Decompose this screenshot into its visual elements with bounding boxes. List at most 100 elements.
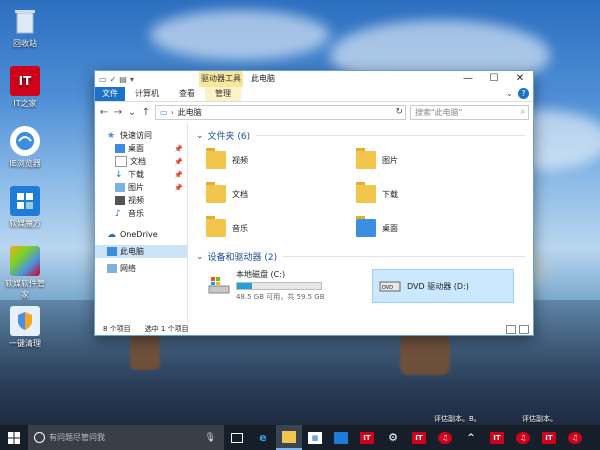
taskbar-store[interactable]: ▦ bbox=[302, 425, 328, 450]
cortana-search-box[interactable]: 有问题尽管问我 🎙 bbox=[28, 425, 224, 450]
nav-item-pictures[interactable]: 图片 📌 bbox=[95, 181, 187, 194]
taskbar-file-explorer[interactable] bbox=[276, 425, 302, 450]
desktop-icon-cube[interactable]: 软媒魔方 bbox=[3, 186, 47, 229]
taskbar-ithome[interactable]: IT bbox=[354, 425, 380, 450]
folder-desktop[interactable]: 桌面 bbox=[356, 216, 506, 240]
taskbar-ithome-2[interactable]: IT bbox=[406, 425, 432, 450]
tab-manage[interactable]: 管理 bbox=[205, 87, 241, 101]
expand-ribbon-icon[interactable]: ⌄ bbox=[506, 87, 513, 101]
tray-netease-2[interactable]: ♫ bbox=[562, 425, 588, 450]
ribbon-tabs: 文件 计算机 查看 管理 ⌄ ? bbox=[95, 87, 533, 102]
tray-ithome-2[interactable]: IT bbox=[536, 425, 562, 450]
up-button[interactable]: ↑ bbox=[141, 107, 151, 118]
desktop-icon-label: 软媒魔方 bbox=[9, 219, 41, 228]
folder-label: 下载 bbox=[382, 189, 398, 199]
back-button[interactable]: ← bbox=[99, 107, 109, 118]
wallpaper-rock bbox=[130, 335, 160, 370]
folder-video-icon bbox=[206, 148, 226, 169]
tray-ithome[interactable]: IT bbox=[484, 425, 510, 450]
nav-network[interactable]: 网络 bbox=[95, 262, 187, 275]
cloud-icon: ☁ bbox=[107, 230, 116, 240]
chevron-down-icon[interactable]: ▾ bbox=[130, 75, 134, 84]
nav-item-music[interactable]: ♪ 音乐 bbox=[95, 207, 187, 220]
drive-c[interactable]: 本地磁盘 (C:) 48.5 GB 可用，共 59.5 GB bbox=[202, 269, 342, 301]
taskbar: 有问题尽管问我 🎙 e ▦ IT ⚙ IT ♫ ^ IT ♫ IT ♫ bbox=[0, 425, 600, 450]
recent-locations-button[interactable]: ⌄ bbox=[127, 107, 137, 118]
taskbar-settings[interactable]: ⚙ bbox=[380, 425, 406, 450]
new-folder-icon[interactable]: ▤ bbox=[119, 75, 127, 84]
start-button[interactable] bbox=[0, 425, 28, 450]
folder-download-icon bbox=[356, 182, 376, 203]
folder-videos[interactable]: 视频 bbox=[206, 148, 356, 172]
tab-computer[interactable]: 计算机 bbox=[125, 87, 169, 101]
tab-view[interactable]: 查看 bbox=[169, 87, 205, 101]
nav-item-desktop[interactable]: 桌面 📌 bbox=[95, 142, 187, 155]
pin-icon[interactable]: 📌 bbox=[174, 158, 183, 166]
large-icons-view-icon[interactable] bbox=[519, 324, 529, 334]
breadcrumb-this-pc[interactable]: 此电脑 bbox=[178, 107, 202, 118]
watermark-text: 评估副本。 bbox=[522, 415, 557, 423]
desktop-icon-browser[interactable]: IE浏览器 bbox=[3, 126, 47, 169]
microphone-icon[interactable]: 🎙 bbox=[205, 433, 216, 443]
nav-item-downloads[interactable]: ↓ 下载 📌 bbox=[95, 168, 187, 181]
folders-group-header[interactable]: ⌄ 文件夹 (6) bbox=[196, 129, 525, 143]
folder-document-icon bbox=[206, 182, 226, 203]
drive-d[interactable]: DVD DVD 驱动器 (D:) bbox=[372, 269, 514, 303]
nav-quick-access[interactable]: ★ 快速访问 bbox=[95, 129, 187, 142]
address-field[interactable]: ▭ › 此电脑 ↻ bbox=[155, 104, 406, 120]
desktop-icon-label: IE浏览器 bbox=[9, 159, 41, 168]
show-hidden-icons-button[interactable]: ^ bbox=[458, 425, 484, 450]
minimize-button[interactable]: — bbox=[455, 71, 481, 87]
forward-button[interactable]: → bbox=[113, 107, 123, 118]
wallpaper-cloud bbox=[150, 10, 330, 60]
pin-icon[interactable]: 📌 bbox=[174, 184, 183, 192]
details-view-icon[interactable] bbox=[506, 324, 516, 334]
desktop-icon-recycle-bin[interactable]: 回收站 bbox=[3, 6, 47, 49]
document-icon bbox=[115, 156, 127, 167]
properties-icon[interactable]: ✓ bbox=[110, 75, 117, 84]
desktop-icon-software-manager[interactable]: 软媒软件管家 bbox=[3, 246, 47, 300]
taskbar-app-blue[interactable] bbox=[328, 425, 354, 450]
content-pane: ⌄ 文件夹 (6) 视频 图片 文档 下载 音乐 桌面 ⌄ 设备和驱动器 (2)… bbox=[188, 123, 533, 323]
close-button[interactable]: ✕ bbox=[507, 71, 533, 87]
computer-icon[interactable]: ▭ bbox=[99, 75, 107, 84]
address-bar-row: ← → ⌄ ↑ ▭ › 此电脑 ↻ 搜索"此电脑" ⌕ bbox=[95, 102, 533, 122]
video-icon bbox=[115, 196, 125, 205]
download-icon: ↓ bbox=[115, 170, 123, 180]
computer-icon bbox=[107, 247, 117, 256]
nav-this-pc[interactable]: 此电脑 bbox=[95, 245, 187, 258]
task-view-button[interactable] bbox=[224, 425, 250, 450]
folder-music[interactable]: 音乐 bbox=[206, 216, 356, 240]
nav-onedrive[interactable]: ☁ OneDrive bbox=[95, 228, 187, 241]
ithome-icon: IT bbox=[490, 431, 504, 444]
tab-file[interactable]: 文件 bbox=[95, 87, 125, 101]
nav-item-videos[interactable]: 视频 bbox=[95, 194, 187, 207]
drive-usage-bar bbox=[236, 281, 322, 290]
tray-netease[interactable]: ♫ bbox=[510, 425, 536, 450]
help-icon[interactable]: ? bbox=[518, 88, 529, 99]
devices-group-header[interactable]: ⌄ 设备和驱动器 (2) bbox=[196, 250, 525, 264]
folder-documents[interactable]: 文档 bbox=[206, 182, 356, 206]
hard-drive-icon bbox=[208, 277, 230, 294]
gear-icon: ⚙ bbox=[388, 431, 398, 444]
desktop-icon-ithome[interactable]: IT IT之家 bbox=[3, 66, 47, 109]
folder-downloads[interactable]: 下载 bbox=[356, 182, 506, 206]
maximize-button[interactable]: ☐ bbox=[481, 71, 507, 87]
nav-item-documents[interactable]: 文档 📌 bbox=[95, 155, 187, 168]
chevron-down-icon: ⌄ bbox=[196, 130, 204, 141]
folder-pictures[interactable]: 图片 bbox=[356, 148, 506, 172]
title-bar[interactable]: ▭ ✓ ▤ ▾ 驱动器工具 此电脑 — ☐ ✕ bbox=[95, 71, 533, 87]
refresh-icon[interactable]: ↻ bbox=[395, 107, 403, 117]
pin-icon[interactable]: 📌 bbox=[174, 171, 183, 179]
store-icon: ▦ bbox=[308, 431, 322, 444]
task-view-icon bbox=[231, 432, 243, 443]
desktop-icon-cleaner[interactable]: 一键清理 bbox=[3, 306, 47, 349]
explorer-window[interactable]: ▭ ✓ ▤ ▾ 驱动器工具 此电脑 — ☐ ✕ 文件 计算机 查看 管理 ⌄ ?… bbox=[94, 70, 534, 336]
pin-icon[interactable]: 📌 bbox=[174, 145, 183, 153]
search-input[interactable]: 搜索"此电脑" ⌕ bbox=[410, 104, 529, 120]
drive-tools-tab[interactable]: 驱动器工具 bbox=[199, 71, 243, 87]
desktop-icon-label: 软媒软件管家 bbox=[5, 279, 45, 299]
taskbar-netease[interactable]: ♫ bbox=[432, 425, 458, 450]
taskbar-edge[interactable]: e bbox=[250, 425, 276, 450]
folder-label: 文档 bbox=[232, 189, 248, 199]
